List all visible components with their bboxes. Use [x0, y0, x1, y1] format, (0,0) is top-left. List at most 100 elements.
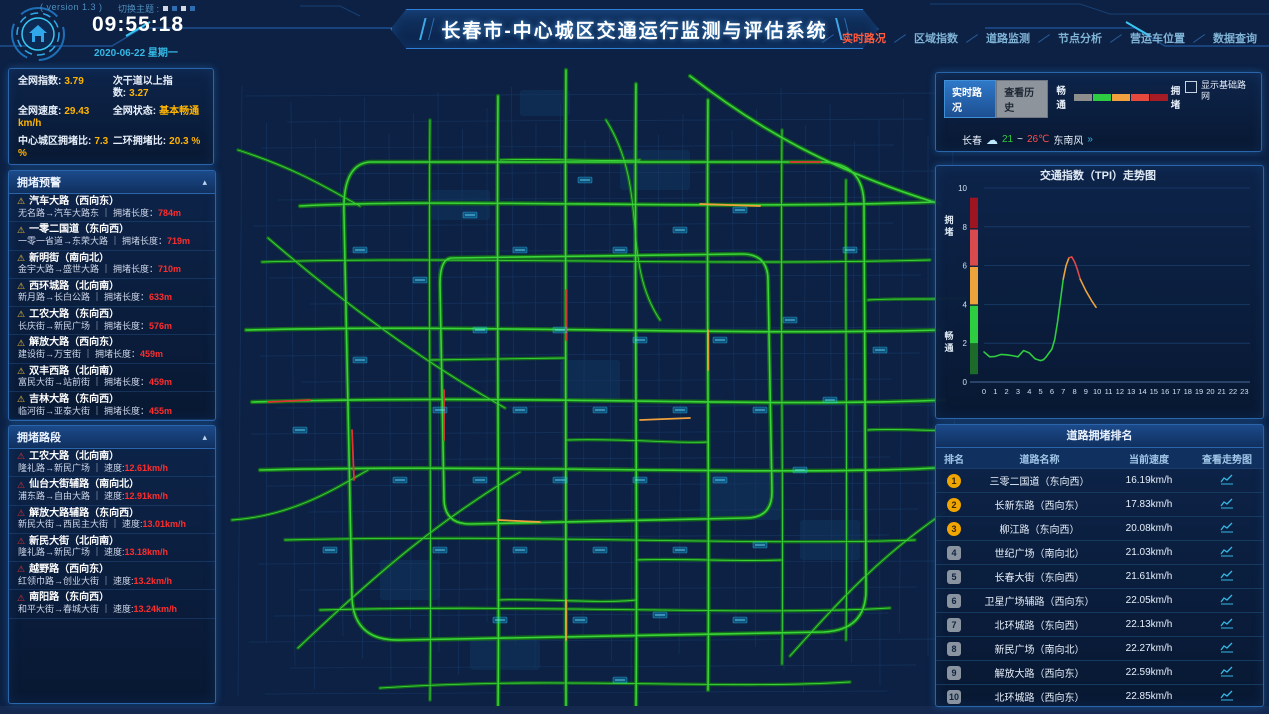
map-road-label: [733, 617, 747, 623]
collapse-icon[interactable]: ▴: [202, 177, 207, 188]
congestion-warning-list: ⚠汽车大路（西向东）无名路→汽车大路东 ｜ 拥堵长度：784m⚠一零二国道（东向…: [9, 194, 215, 420]
road-name: 新民广场（南向北）: [972, 641, 1107, 656]
table-row[interactable]: 7北环城路（东向西）22.13km/h: [936, 613, 1263, 637]
list-item[interactable]: ⚠双丰西路（北向南）富民大街→站前街 ｜ 拥堵长度：459m: [9, 364, 215, 392]
table-row[interactable]: 10北环城路（西向东）22.85km/h: [936, 685, 1263, 707]
congestion-warning-panel: 拥堵预警 ▴ ⚠汽车大路（西向东）无名路→汽车大路东 ｜ 拥堵长度：784m⚠一…: [8, 170, 216, 421]
trend-chart-icon[interactable]: [1220, 594, 1235, 605]
map-road-label: [493, 617, 507, 623]
road-name: 解放大路辅路（东向西）: [29, 508, 139, 520]
theme-swatch-light2[interactable]: [181, 6, 186, 11]
nav-divider: [894, 34, 906, 43]
list-item[interactable]: ⚠南阳路（东向西）和平大街→春城大街 ｜ 速度:13.24km/h: [9, 590, 215, 618]
list-item[interactable]: ⚠汽车大路（西向东）无名路→汽车大路东 ｜ 拥堵长度：784m: [9, 194, 215, 222]
warning-icon: ⚠: [17, 339, 25, 348]
road-name: 长新东路（西向东）: [972, 497, 1107, 512]
table-row[interactable]: 4世纪广场（南向北）21.03km/h: [936, 541, 1263, 565]
checkbox-icon[interactable]: [1185, 81, 1197, 93]
map-road-label: [473, 327, 487, 333]
list-item[interactable]: ⚠新明街（南向北）金宇大路→盛世大路 ｜ 拥堵长度：710m: [9, 251, 215, 279]
map-road-label: [613, 677, 627, 683]
footer-strip: [0, 706, 1269, 714]
rank-badge: 10: [947, 690, 961, 704]
svg-text:畅: 畅: [944, 330, 953, 341]
svg-text:4: 4: [963, 300, 968, 309]
trend-chart-icon[interactable]: [1220, 522, 1235, 533]
theme-swatch-light[interactable]: [163, 6, 168, 11]
map-road-label: [463, 212, 477, 218]
warning-icon: ⚠: [17, 197, 25, 206]
list-item[interactable]: ⚠解放大路辅路（东向西）新民大街→西民主大街 ｜ 速度:13.01km/h: [9, 506, 215, 534]
list-item[interactable]: ⚠新民大街（北向南）隆礼路→新民广场 ｜ 速度:13.18km/h: [9, 534, 215, 562]
list-item[interactable]: ⚠西环城路（北向南）新月路→长白公路 ｜ 拥堵长度：633m: [9, 279, 215, 307]
nav-item[interactable]: 节点分析: [1058, 30, 1102, 46]
trend-chart-icon[interactable]: [1220, 618, 1235, 629]
trend-chart-icon[interactable]: [1220, 570, 1235, 581]
theme-swatch-blue[interactable]: [172, 6, 177, 11]
list-item[interactable]: ⚠工农大路（东向西）长庆街→新民广场 ｜ 拥堵长度：576m: [9, 307, 215, 335]
road-name: 三零二国道（东向西）: [972, 473, 1107, 488]
collapse-icon[interactable]: ▴: [202, 432, 207, 443]
legend-right-label: 拥堵: [1171, 83, 1185, 111]
svg-text:17: 17: [1172, 387, 1180, 396]
show-base-roadnet-checkbox[interactable]: 显示基础路网: [1185, 80, 1253, 102]
roadnet-tab[interactable]: 实时路况: [944, 80, 996, 118]
trend-chart-icon[interactable]: [1220, 546, 1235, 557]
trend-chart-icon[interactable]: [1220, 474, 1235, 485]
table-row[interactable]: 5长春大街（东向西）21.61km/h: [936, 565, 1263, 589]
list-item[interactable]: ⚠一零二国道（东向西）一零一省道→东荣大路 ｜ 拥堵长度：719m: [9, 222, 215, 250]
table-row[interactable]: 1三零二国道（东向西）16.19km/h: [936, 469, 1263, 493]
nav-item[interactable]: 数据查询: [1213, 30, 1257, 46]
trend-chart-icon[interactable]: [1220, 642, 1235, 653]
table-row[interactable]: 9解放大路（西向东）22.59km/h: [936, 661, 1263, 685]
rank-badge: 6: [947, 594, 961, 608]
svg-text:6: 6: [1050, 387, 1054, 396]
legend-color-block: [1074, 94, 1092, 101]
map-road-label: [513, 407, 527, 413]
current-speed: 22.13km/h: [1107, 619, 1191, 630]
nav-item[interactable]: 区域指数: [914, 30, 958, 46]
current-speed: 17.83km/h: [1107, 499, 1191, 510]
trend-chart-icon[interactable]: [1220, 498, 1235, 509]
legend-left-label: 畅通: [1056, 83, 1070, 111]
stat-cell: 全网指数:3.79: [18, 76, 113, 99]
map-road-label: [553, 477, 567, 483]
nav-item[interactable]: 实时路况: [842, 30, 886, 46]
table-row[interactable]: 3柳江路（东向西）20.08km/h: [936, 517, 1263, 541]
svg-text:8: 8: [1072, 387, 1076, 396]
nav-item[interactable]: 道路监测: [986, 30, 1030, 46]
stat-cell: 二环拥堵比:20.3 %: [113, 136, 204, 159]
map-road-label: [633, 337, 647, 343]
rank-badge: 5: [947, 570, 961, 584]
svg-text:10: 10: [1093, 387, 1101, 396]
warning-icon: ⚠: [17, 594, 25, 603]
table-row[interactable]: 6卫星广场辅路（西向东）22.05km/h: [936, 589, 1263, 613]
list-item[interactable]: ⚠仙台大街辅路（南向北）浦东路→自由大路 ｜ 速度:12.91km/h: [9, 477, 215, 505]
list-item[interactable]: ⚠吉林大路（东向西）临河街→亚泰大街 ｜ 拥堵长度：455m: [9, 392, 215, 420]
theme-swatch-blue2[interactable]: [190, 6, 195, 11]
table-row[interactable]: 2长新东路（西向东）17.83km/h: [936, 493, 1263, 517]
trend-chart-icon[interactable]: [1220, 666, 1235, 677]
list-item[interactable]: ⚠解放大路（西向东）建设街→万宝街 ｜ 拥堵长度：459m: [9, 335, 215, 363]
app-logo[interactable]: [10, 6, 66, 62]
stat-value: 3.27: [129, 88, 148, 99]
trend-chart-icon[interactable]: [1220, 690, 1235, 701]
page-title: 长春市-中心城区交通运行监测与评估系统: [441, 16, 827, 43]
svg-text:2: 2: [963, 339, 968, 348]
warning-icon: ⚠: [17, 254, 25, 263]
wind-label: 东南风: [1053, 132, 1083, 147]
list-item[interactable]: ⚠工农大路（北向南）隆礼路→新民广场 ｜ 速度:12.61km/h: [9, 449, 215, 477]
map-road-label: [673, 407, 687, 413]
warning-icon: ⚠: [17, 537, 25, 546]
svg-text:15: 15: [1150, 387, 1158, 396]
list-item[interactable]: ⚠越野路（西向东）红领巾路→创业大街 ｜ 速度:13.2km/h: [9, 562, 215, 590]
roadnet-tabs: 实时路况查看历史: [944, 80, 1048, 118]
temp-separator: ~: [1017, 134, 1023, 145]
roadnet-tab[interactable]: 查看历史: [996, 80, 1048, 118]
nav-item[interactable]: 营运车位置: [1130, 30, 1185, 46]
map-road-label: [713, 477, 727, 483]
clock: 09:55:18: [76, 13, 200, 37]
banner-left-chevron-icon: [419, 18, 434, 40]
table-row[interactable]: 8新民广场（南向北）22.27km/h: [936, 637, 1263, 661]
weather-more-icon[interactable]: »: [1087, 134, 1093, 145]
